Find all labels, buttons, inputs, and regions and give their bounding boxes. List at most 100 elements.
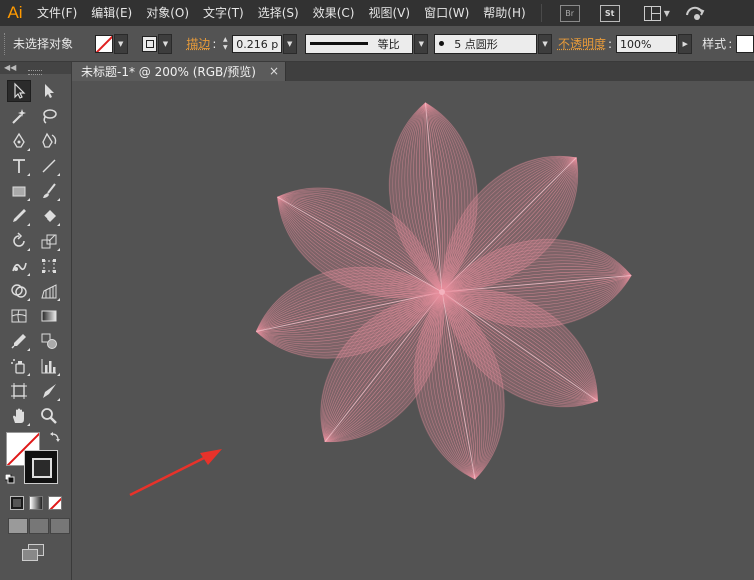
pen-tool[interactable] <box>7 130 31 152</box>
line-segment-tool[interactable] <box>37 155 61 177</box>
menu-view[interactable]: 视图(V) <box>361 0 417 26</box>
screen-mode-icon[interactable] <box>22 544 44 561</box>
mesh-tool[interactable] <box>7 305 31 327</box>
stroke-swatch[interactable] <box>24 450 58 484</box>
document-tab[interactable]: 未标题-1* @ 200% (RGB/预览) × <box>72 62 286 81</box>
swap-fill-stroke-icon[interactable] <box>50 432 60 442</box>
symbol-sprayer-tool-icon <box>11 358 25 374</box>
variable-width-profile-select[interactable]: 等比 <box>304 33 414 54</box>
mesh-tool-icon <box>11 309 27 322</box>
stroke-label[interactable]: 描边 <box>186 35 210 52</box>
stepper-down-icon[interactable]: ▼ <box>220 44 230 52</box>
blend-tool[interactable] <box>37 330 61 352</box>
menu-type[interactable]: 文字(T) <box>196 0 251 26</box>
stroke-color-swatch[interactable] <box>141 35 158 52</box>
eyedropper-tool[interactable] <box>7 330 31 352</box>
column-graph-tool-icon <box>41 358 56 373</box>
stroke-weight-stepper[interactable]: ▲ ▼ <box>220 36 230 52</box>
gradient-mode-button[interactable] <box>29 496 43 510</box>
magic-wand-tool[interactable] <box>7 105 31 127</box>
opacity-label[interactable]: 不透明度 <box>558 35 606 52</box>
menu-object[interactable]: 对象(O) <box>139 0 196 26</box>
selection-status: 未选择对象 <box>12 37 73 51</box>
perspective-grid-tool[interactable] <box>37 280 61 302</box>
rectangle-tool[interactable] <box>7 180 31 202</box>
opacity-dropdown-arrow[interactable]: ▶ <box>678 33 693 54</box>
zoom-tool[interactable] <box>37 405 61 427</box>
type-tool-icon <box>13 158 25 173</box>
rectangle-tool-icon <box>12 186 26 196</box>
brush-label: 5 点圆形 <box>454 37 498 51</box>
brush-dropdown-arrow[interactable]: ▼ <box>538 33 552 54</box>
artboard-tool[interactable] <box>7 380 31 402</box>
bridge-button[interactable]: Br <box>559 4 580 22</box>
selection-tool-icon <box>14 82 26 99</box>
artwork-svg <box>129 102 632 497</box>
panel-drag-handle[interactable] <box>28 70 42 75</box>
control-bar: 未选择对象 ▼ ▼ 描边 : ▲ ▼ 0.216 p ▼ 等比 ▼ 5 点圆形 … <box>0 26 754 62</box>
eraser-tool[interactable] <box>37 205 61 227</box>
collapse-panel-icon[interactable]: ◀◀ <box>4 62 16 74</box>
draw-normal-button[interactable] <box>8 518 28 534</box>
hand-tool-icon <box>13 408 24 423</box>
column-graph-tool[interactable] <box>37 355 61 377</box>
workspace-switcher-button[interactable]: ▼ <box>643 5 670 21</box>
draw-behind-button[interactable] <box>29 518 49 534</box>
menu-select[interactable]: 选择(S) <box>251 0 306 26</box>
stock-button[interactable]: St <box>599 4 620 22</box>
slice-tool[interactable] <box>37 380 61 402</box>
close-tab-icon[interactable]: × <box>269 62 279 81</box>
stroke-colon: : <box>212 36 217 51</box>
paintbrush-tool[interactable] <box>37 180 61 202</box>
direct-selection-tool-icon <box>45 83 54 98</box>
menu-edit[interactable]: 编辑(E) <box>84 0 139 26</box>
opacity-input[interactable]: 100% <box>616 34 678 53</box>
panel-grip[interactable] <box>4 32 9 55</box>
stroke-dropdown-arrow[interactable]: ▼ <box>158 33 173 54</box>
slice-tool-icon <box>43 383 56 398</box>
canvas[interactable] <box>72 81 754 580</box>
menu-help[interactable]: 帮助(H) <box>476 0 532 26</box>
line-segment-tool-icon <box>42 159 56 172</box>
rotate-tool[interactable] <box>7 230 31 252</box>
none-mode-button[interactable] <box>48 496 62 510</box>
warp-tool[interactable] <box>7 255 31 277</box>
graphic-style-swatch[interactable] <box>736 34 754 53</box>
default-fill-stroke-icon[interactable] <box>5 474 15 484</box>
profile-label: 等比 <box>377 37 400 51</box>
eyedropper-tool-icon <box>11 333 26 349</box>
direct-selection-tool[interactable] <box>37 80 61 102</box>
curvature-tool[interactable] <box>37 130 61 152</box>
draw-inside-button[interactable] <box>50 518 70 534</box>
sync-settings-icon[interactable] <box>684 3 706 23</box>
fill-color-swatch[interactable] <box>94 34 113 53</box>
hand-tool[interactable] <box>7 405 31 427</box>
gradient-tool[interactable] <box>37 305 61 327</box>
stroke-weight-input[interactable]: 0.216 p <box>232 34 282 53</box>
shape-builder-tool[interactable] <box>7 280 31 302</box>
scale-tool[interactable] <box>37 230 61 252</box>
selection-tool[interactable] <box>7 79 31 102</box>
symbol-sprayer-tool[interactable] <box>7 355 31 377</box>
menu-file[interactable]: 文件(F) <box>30 0 84 26</box>
style-label: 样式 <box>702 37 727 51</box>
brush-dot-icon <box>439 41 445 46</box>
pen-tool-icon <box>13 132 25 148</box>
stroke-weight-dropdown-arrow[interactable]: ▼ <box>282 33 297 54</box>
profile-dropdown-arrow[interactable]: ▼ <box>414 33 429 54</box>
color-mode-button[interactable] <box>10 496 24 510</box>
lasso-tool[interactable] <box>37 105 61 127</box>
menu-window[interactable]: 窗口(W) <box>417 0 476 26</box>
tools-panel-header[interactable]: ◀◀ <box>0 62 71 75</box>
fill-dropdown-arrow[interactable]: ▼ <box>113 33 128 54</box>
brush-definition-select[interactable]: 5 点圆形 <box>434 33 538 54</box>
rotate-tool-icon <box>13 231 25 247</box>
pencil-tool[interactable] <box>7 205 31 227</box>
drawing-mode-buttons <box>0 518 71 534</box>
free-transform-tool[interactable] <box>37 255 61 277</box>
menu-effect[interactable]: 效果(C) <box>306 0 362 26</box>
stepper-up-icon[interactable]: ▲ <box>220 36 230 44</box>
perspective-grid-tool-icon <box>41 283 57 298</box>
type-tool[interactable] <box>7 155 31 177</box>
paintbrush-tool-icon <box>43 182 56 198</box>
